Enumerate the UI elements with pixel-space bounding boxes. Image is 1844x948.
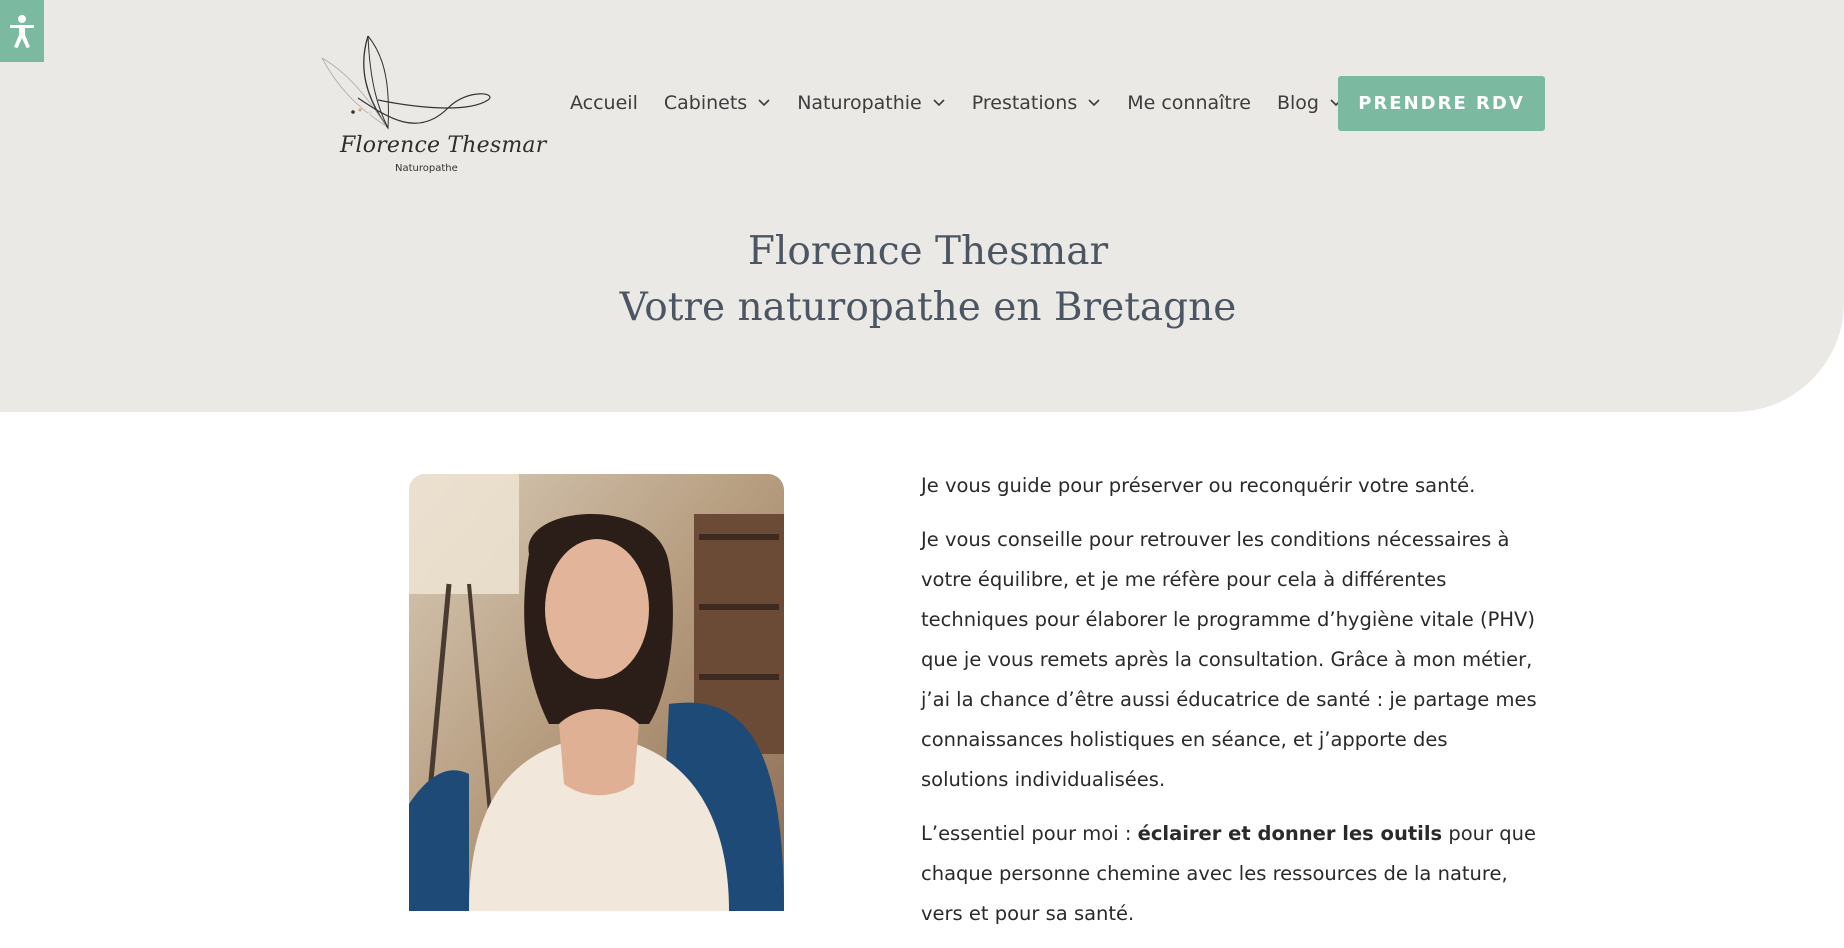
- nav-item-label: Blog: [1276, 92, 1319, 114]
- nav-item-label: Naturopathie: [797, 92, 922, 114]
- nav-item-naturopathie[interactable]: Naturopathie: [797, 92, 946, 114]
- page-title-line-2: Votre naturopathe en Bretagne: [619, 285, 1237, 330]
- chevron-down-icon: [1088, 99, 1100, 107]
- nav-item-accueil[interactable]: Accueil: [570, 92, 638, 114]
- page-title-line-1: Florence Thesmar: [747, 229, 1109, 274]
- chevron-down-icon: [933, 99, 945, 107]
- nav-item-prestations[interactable]: Prestations: [972, 92, 1102, 114]
- main-nav: Accueil Cabinets Naturopathie Prestation…: [570, 90, 1369, 116]
- portrait-photo: [409, 474, 784, 911]
- nav-item-cabinets[interactable]: Cabinets: [664, 92, 771, 114]
- book-appointment-button[interactable]: PRENDRE RDV: [1338, 76, 1545, 131]
- intro-paragraph-2: Je vous conseille pour retrouver les con…: [921, 528, 1537, 791]
- intro-paragraph-1: Je vous guide pour préserver ou reconqué…: [921, 474, 1476, 497]
- nav-item-label: Cabinets: [663, 92, 748, 114]
- accessibility-button[interactable]: [0, 0, 44, 62]
- page-title: Florence Thesmar Votre naturopathe en Br…: [0, 224, 1844, 336]
- nav-item-label: Prestations: [971, 92, 1078, 114]
- paragraph-3-start: L’essentiel pour moi :: [921, 822, 1138, 845]
- logo-subtitle: Naturopathe: [395, 163, 458, 174]
- paragraph-3-emphasis: éclairer et donner les outils: [1137, 822, 1443, 845]
- nav-item-me-connaitre[interactable]: Me connaître: [1127, 92, 1251, 114]
- intro-text: Je vous guide pour préserver ou reconqué…: [921, 466, 1541, 948]
- logo-name: Florence Thesmar: [340, 133, 547, 158]
- nav-item-blog[interactable]: Blog: [1277, 92, 1343, 114]
- accessibility-person-icon: [10, 15, 34, 48]
- intro-paragraph-3: L’essentiel pour moi : éclairer et donne…: [921, 814, 1541, 934]
- chevron-down-icon: [758, 99, 770, 107]
- hero-section: [0, 0, 1844, 412]
- nav-item-label: Me connaître: [1127, 92, 1251, 114]
- nav-item-label: Accueil: [570, 92, 638, 114]
